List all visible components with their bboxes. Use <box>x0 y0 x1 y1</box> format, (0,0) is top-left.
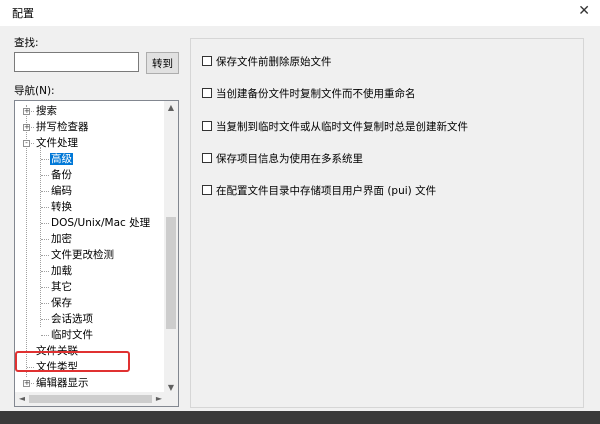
scroll-down-icon[interactable]: ▼ <box>164 383 178 392</box>
nav-tree-item-label: 临时文件 <box>51 329 93 341</box>
nav-tree-item-label: 转换 <box>51 201 72 213</box>
nav-tree-item-label: 编辑器显示 <box>36 377 89 389</box>
nav-tree-item[interactable]: DOS/Unix/Mac 处理 <box>50 215 151 231</box>
tree-connector <box>41 159 49 160</box>
option-store-pui[interactable]: 在配置文件目录中存储项目用户界面 (pui) 文件 <box>202 184 436 198</box>
nav-tree-item-label: 高级 <box>50 153 73 165</box>
nav-tree-item[interactable]: 文件处理 <box>35 135 79 151</box>
tree-connector <box>41 287 49 288</box>
background-strip <box>0 411 600 424</box>
tree-connector <box>41 239 49 240</box>
nav-tree-item[interactable]: 临时文件 <box>50 327 94 343</box>
checkbox[interactable] <box>202 121 212 131</box>
nav-tree-item[interactable]: 编辑器显示 <box>35 375 90 391</box>
nav-tree-item[interactable]: 会话选项 <box>50 311 94 327</box>
config-dialog: 配置 ✕ 查找: 转到 导航(N): 搜索 + 拼写检查器 + 文件处理 - 高级备份编码转… <box>0 0 600 411</box>
nav-tree-item[interactable]: 保存 <box>50 295 73 311</box>
checkbox[interactable] <box>202 153 212 163</box>
option-delete-original[interactable]: 保存文件前删除原始文件 <box>202 55 332 69</box>
nav-label: 导航(N): <box>14 85 55 97</box>
nav-tree-item[interactable]: 编码 <box>50 183 73 199</box>
nav-tree-item[interactable]: 搜索 <box>35 103 58 119</box>
option-label: 当创建备份文件时复制文件而不使用重命名 <box>216 88 416 100</box>
nav-tree-item-label: 其它 <box>51 281 72 293</box>
checkbox[interactable] <box>202 185 212 195</box>
nav-tree-item[interactable]: 拼写检查器 <box>35 119 90 135</box>
tree-connector <box>41 191 49 192</box>
nav-tree-item-label: 加载 <box>51 265 72 277</box>
scroll-left-icon[interactable]: ◄ <box>15 394 29 403</box>
nav-tree-item-label: 会话选项 <box>51 313 93 325</box>
goto-button[interactable]: 转到 <box>146 52 179 74</box>
search-input[interactable] <box>14 52 139 72</box>
options-panel: 保存文件前删除原始文件 当创建备份文件时复制文件而不使用重命名 当复制到临时文件… <box>190 38 584 408</box>
nav-tree-item-label: 备份 <box>51 169 72 181</box>
option-label: 在配置文件目录中存储项目用户界面 (pui) 文件 <box>216 185 437 197</box>
scroll-up-icon[interactable]: ▲ <box>164 103 178 112</box>
dialog-body: 查找: 转到 导航(N): 搜索 + 拼写检查器 + 文件处理 - 高级备份编码转换 DOS/… <box>0 26 600 411</box>
nav-tree-item[interactable]: 高级 <box>50 151 73 167</box>
nav-tree-item-label: 加密 <box>51 233 72 245</box>
nav-tree-item[interactable]: 转换 <box>50 199 73 215</box>
tree-connector <box>41 223 49 224</box>
checkbox[interactable] <box>202 56 212 66</box>
horizontal-scroll-thumb[interactable] <box>29 395 152 403</box>
nav-tree-item-label: 拼写检查器 <box>36 121 89 133</box>
option-label: 保存项目信息为使用在多系统里 <box>216 153 363 165</box>
option-label: 当复制到临时文件或从临时文件复制时总是创建新文件 <box>216 121 468 133</box>
expand-icon[interactable]: + <box>23 108 30 115</box>
option-project-multisystem[interactable]: 保存项目信息为使用在多系统里 <box>202 152 363 166</box>
nav-tree-item-label: 文件更改检测 <box>51 249 114 261</box>
annotation-highlight-box <box>15 351 130 372</box>
tree-connector <box>41 319 49 320</box>
scrollbar-corner <box>164 392 178 406</box>
nav-tree-item[interactable]: 备份 <box>50 167 73 183</box>
nav-tree[interactable]: 搜索 + 拼写检查器 + 文件处理 - 高级备份编码转换 DOS/Unix/Mac 处理 加密文… <box>14 100 179 407</box>
horizontal-scrollbar[interactable]: ◄ ► <box>15 392 166 406</box>
search-label: 查找: <box>14 37 39 49</box>
nav-tree-item[interactable]: 其它 <box>50 279 73 295</box>
nav-tree-item[interactable]: 加载 <box>50 263 73 279</box>
expand-icon[interactable]: + <box>23 124 30 131</box>
option-copy-backup[interactable]: 当创建备份文件时复制文件而不使用重命名 <box>202 87 416 101</box>
nav-tree-item-label: 搜索 <box>36 105 57 117</box>
close-icon[interactable]: ✕ <box>578 3 590 19</box>
tree-connector <box>41 271 49 272</box>
option-temp-new-file[interactable]: 当复制到临时文件或从临时文件复制时总是创建新文件 <box>202 120 468 134</box>
tree-connector <box>41 303 49 304</box>
tree-connector <box>41 255 49 256</box>
nav-tree-item[interactable]: 加密 <box>50 231 73 247</box>
window-title: 配置 <box>12 7 34 20</box>
nav-tree-item-label: 保存 <box>51 297 72 309</box>
vertical-scrollbar[interactable]: ▲ ▼ <box>164 101 178 394</box>
nav-tree-item-label: 编码 <box>51 185 72 197</box>
title-bar: 配置 ✕ <box>0 0 600 26</box>
expand-icon[interactable]: + <box>23 380 30 387</box>
collapse-icon[interactable]: - <box>23 140 30 147</box>
nav-tree-item-label: 文件处理 <box>36 137 78 149</box>
checkbox[interactable] <box>202 88 212 98</box>
vertical-scroll-thumb[interactable] <box>166 217 176 329</box>
tree-connector <box>40 147 41 327</box>
option-label: 保存文件前删除原始文件 <box>216 56 332 68</box>
nav-tree-item[interactable]: 文件更改检测 <box>50 247 115 263</box>
tree-connector <box>41 207 49 208</box>
tree-connector <box>41 175 49 176</box>
nav-tree-item-label: DOS/Unix/Mac 处理 <box>51 217 151 229</box>
tree-connector <box>41 335 49 336</box>
